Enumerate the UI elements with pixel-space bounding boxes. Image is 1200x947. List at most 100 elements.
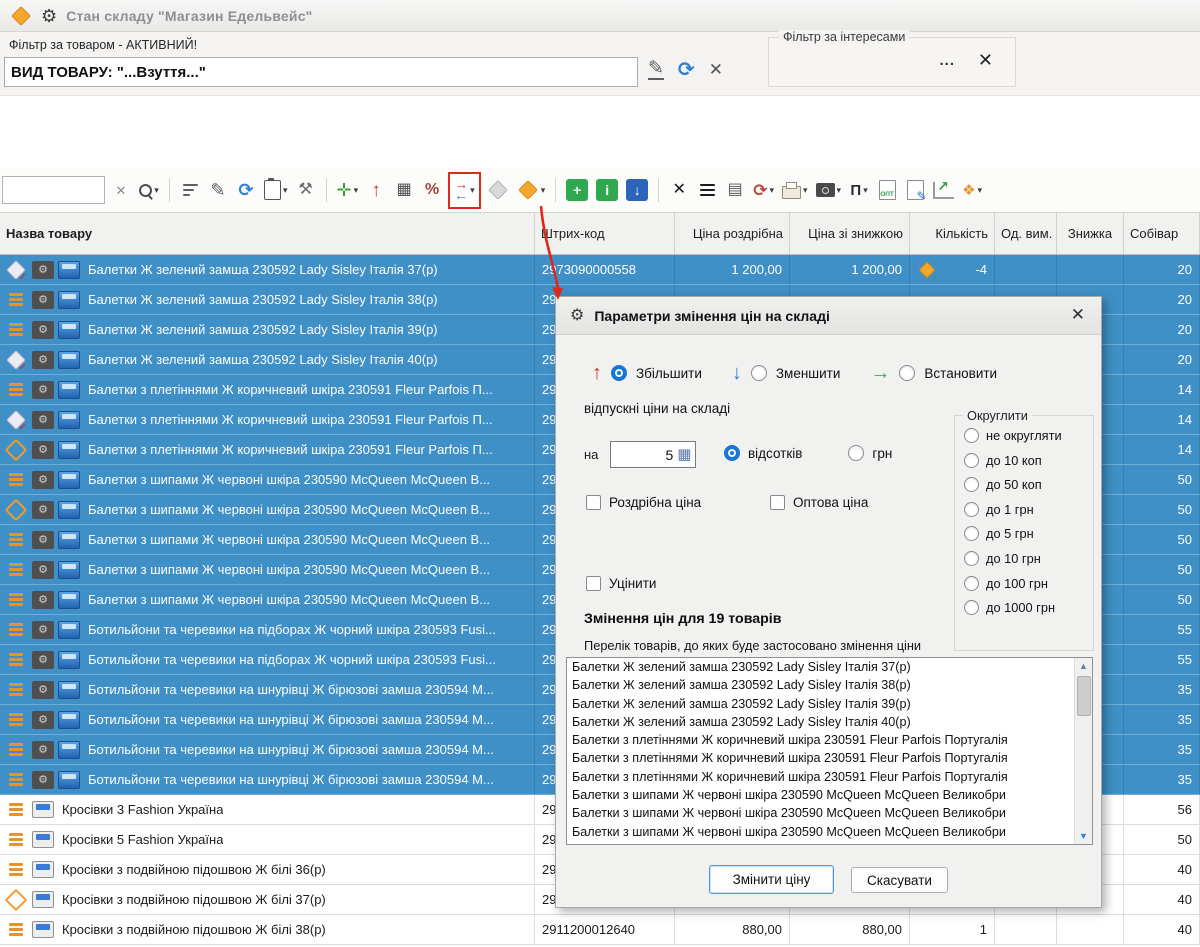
diamond-outline-icon[interactable] <box>4 439 28 461</box>
list-variant-icon[interactable] <box>4 533 28 545</box>
rounding-option-2[interactable]: до 10 коп <box>964 453 1062 468</box>
paste-icon[interactable]: ▾ <box>262 173 290 207</box>
list-variant-icon[interactable] <box>4 803 28 815</box>
table-row[interactable]: Кросівки з подвійною підошвою Ж білі 38(… <box>0 915 1200 945</box>
unit-radio[interactable] <box>724 445 740 461</box>
list-variant-icon[interactable] <box>4 383 28 395</box>
camera-gear-icon[interactable]: ⚙ <box>32 771 54 789</box>
list-variant-icon[interactable] <box>4 473 28 485</box>
list-variant-icon[interactable] <box>4 593 28 605</box>
rounding-option-7[interactable]: до 100 грн <box>964 576 1062 591</box>
product-list-item[interactable]: Балетки з шипами Ж червоні шкіра 230590 … <box>567 804 1092 822</box>
column-header-4[interactable]: Ціна зі знижкою <box>790 213 910 254</box>
unit-radio[interactable] <box>848 445 864 461</box>
image-icon[interactable] <box>58 291 80 309</box>
product-list-item[interactable]: Балетки з плетіннями Ж коричневий шкіра … <box>567 749 1092 767</box>
image-icon[interactable] <box>58 771 80 789</box>
retail-price-checkbox[interactable]: Роздрібна ціна <box>586 495 770 510</box>
product-list-item[interactable]: Балетки Ж зелений замша 230592 Lady Sisl… <box>567 658 1092 676</box>
product-listbox[interactable]: Балетки Ж зелений замша 230592 Lady Sisl… <box>566 657 1093 845</box>
cancel-button[interactable]: Скасувати <box>851 867 948 893</box>
product-list-item[interactable]: Балетки з плетіннями Ж коричневий шкіра … <box>567 768 1092 786</box>
price-up-icon[interactable]: ↑ <box>364 173 388 207</box>
camera-gear-icon[interactable]: ⚙ <box>32 651 54 669</box>
column-header-6[interactable]: Од. вим. <box>995 213 1057 254</box>
interests-clear-icon[interactable]: ✕ <box>978 50 993 71</box>
rows-icon[interactable] <box>695 173 719 207</box>
camera-gear-icon[interactable]: ⚙ <box>32 711 54 729</box>
list-variant-icon[interactable] <box>4 863 28 875</box>
search-icon[interactable]: ▾ <box>137 173 161 207</box>
image-icon[interactable] <box>58 471 80 489</box>
column-header-2[interactable]: Штрих-код <box>535 213 675 254</box>
list-variant-icon[interactable] <box>4 323 28 335</box>
change-price-icon[interactable]: →←▾ <box>448 172 481 209</box>
diamond-gray-icon[interactable] <box>485 173 511 207</box>
stock-card-icon[interactable] <box>32 801 54 818</box>
column-p-icon[interactable]: П▾ <box>847 173 871 207</box>
dialog-close-icon[interactable]: ✕ <box>1071 305 1085 325</box>
product-list-item[interactable]: Балетки з плетіннями Ж коричневий шкіра … <box>567 731 1092 749</box>
edit-icon[interactable]: ✎ <box>206 173 230 207</box>
mode-option-2[interactable]: ↓Зменшити <box>732 363 841 383</box>
camera-gear-icon[interactable]: ⚙ <box>32 471 54 489</box>
add-icon[interactable]: + <box>564 173 590 207</box>
listbox-scrollbar[interactable]: ▲ ▼ <box>1074 658 1092 844</box>
camera-gear-icon[interactable]: ⚙ <box>32 321 54 339</box>
diamond-check-icon[interactable]: ✓ <box>4 259 28 281</box>
wholesale-price-checkbox[interactable]: Оптова ціна <box>770 495 868 510</box>
service-icon[interactable]: ⚒ <box>294 173 318 207</box>
scroll-down-icon[interactable]: ▼ <box>1075 831 1092 841</box>
mode-option-1[interactable]: ↑Збільшити <box>592 363 702 383</box>
clear-filter-icon[interactable]: ✕ <box>709 61 723 78</box>
camera-gear-icon[interactable]: ⚙ <box>32 441 54 459</box>
info-icon[interactable]: i <box>594 173 620 207</box>
image-icon[interactable] <box>58 621 80 639</box>
rounding-option-1[interactable]: не округляти <box>964 428 1062 443</box>
mode-radio[interactable] <box>899 365 915 381</box>
image-icon[interactable] <box>58 651 80 669</box>
camera-gear-icon[interactable]: ⚙ <box>32 621 54 639</box>
image-icon[interactable] <box>58 561 80 579</box>
rounding-option-3[interactable]: до 50 коп <box>964 477 1062 492</box>
calculator-icon[interactable]: ▦ <box>677 447 691 462</box>
dropdown-icon[interactable]: ▾ <box>837 185 842 196</box>
chart-icon[interactable]: ↗ <box>931 173 956 207</box>
rounding-radio[interactable] <box>964 502 979 517</box>
print-icon[interactable]: ▾ <box>780 173 810 207</box>
diamond-check-icon[interactable]: ✓ <box>4 409 28 431</box>
diamond-check-icon[interactable]: ✓ <box>4 349 28 371</box>
rounding-radio[interactable] <box>964 600 979 615</box>
product-list-item[interactable]: Балетки Ж зелений замша 230592 Lady Sisl… <box>567 695 1092 713</box>
list-variant-icon[interactable] <box>4 683 28 695</box>
rounding-radio[interactable] <box>964 526 979 541</box>
related-icon[interactable]: ❖▾ <box>960 173 984 207</box>
list-variant-icon[interactable] <box>4 923 28 935</box>
unit-option-2[interactable]: грн <box>848 445 892 461</box>
list-variant-icon[interactable] <box>4 833 28 845</box>
image-icon[interactable] <box>58 531 80 549</box>
rounding-radio[interactable] <box>964 576 979 591</box>
column-header-8[interactable]: Собівар <box>1124 213 1200 254</box>
column-header-3[interactable]: Ціна роздрібна <box>675 213 790 254</box>
rounding-radio[interactable] <box>964 551 979 566</box>
camera-gear-icon[interactable]: ⚙ <box>32 351 54 369</box>
list-variant-icon[interactable] <box>4 653 28 665</box>
camera-gear-icon[interactable]: ⚙ <box>32 381 54 399</box>
dropdown-icon[interactable]: ▾ <box>470 185 475 196</box>
interests-more-button[interactable]: ... <box>939 52 955 69</box>
table-row[interactable]: ✓⚙Балетки Ж зелений замша 230592 Lady Si… <box>0 255 1200 285</box>
refresh-icon[interactable]: ⟳ <box>234 173 258 207</box>
rounding-option-8[interactable]: до 1000 грн <box>964 600 1062 615</box>
table-view-icon[interactable]: ▤ <box>723 173 747 207</box>
stock-card-icon[interactable] <box>32 861 54 878</box>
camera-gear-icon[interactable]: ⚙ <box>32 741 54 759</box>
product-list-item[interactable]: Балетки Ж зелений замша 230592 Lady Sisl… <box>567 676 1092 694</box>
edit-filter-icon[interactable]: ✎ <box>648 59 664 80</box>
dropdown-icon[interactable]: ▾ <box>354 185 359 196</box>
image-icon[interactable] <box>58 381 80 399</box>
list-variant-icon[interactable] <box>4 623 28 635</box>
rounding-option-6[interactable]: до 10 грн <box>964 551 1062 566</box>
image-icon[interactable] <box>58 411 80 429</box>
diamond-outline-icon[interactable] <box>4 499 28 521</box>
